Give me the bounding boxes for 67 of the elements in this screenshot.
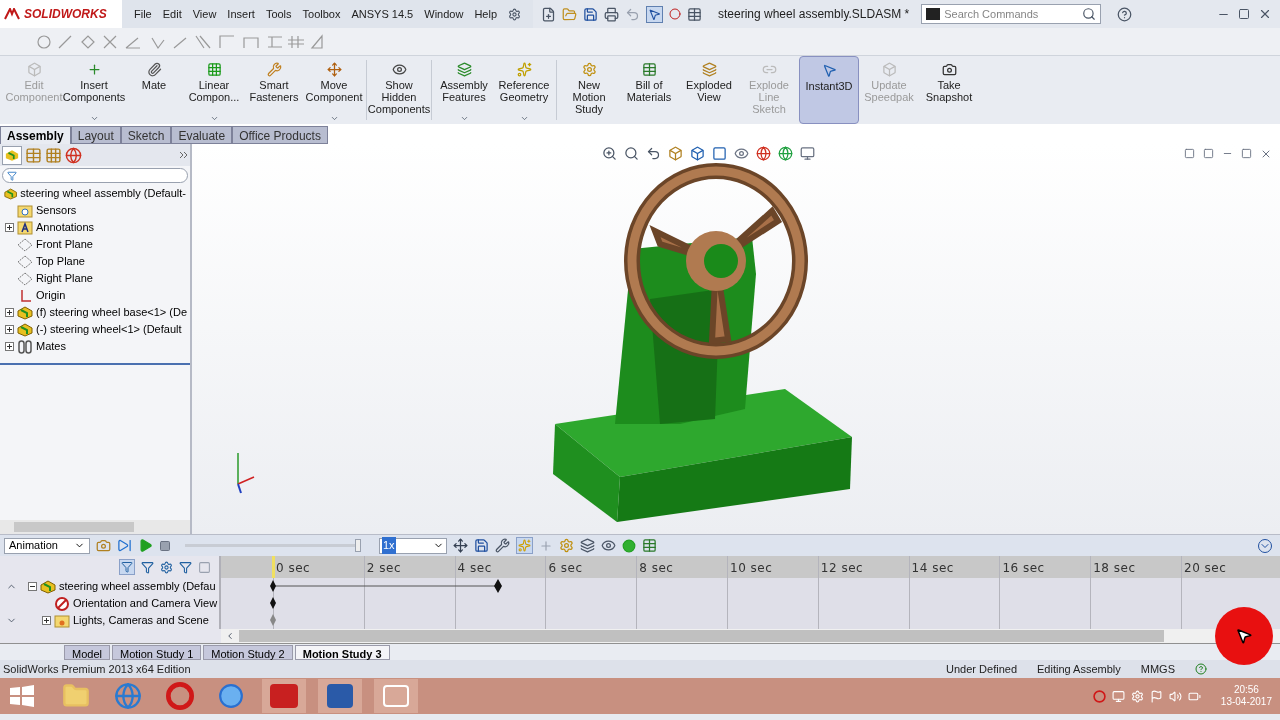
ribbon-button[interactable]: Reference Geometry	[494, 56, 554, 124]
search-field[interactable]: Search Commands	[921, 4, 1102, 24]
search-input[interactable]: Search Commands	[944, 5, 1079, 23]
ribbon-button[interactable]: Bill of Materials	[619, 56, 679, 124]
menu-item[interactable]: File	[134, 5, 152, 23]
menu-item[interactable]: Insert	[227, 5, 255, 23]
ribbon-button[interactable]: Assembly Features	[434, 56, 494, 124]
command-tab[interactable]: Office Products	[232, 126, 328, 144]
ribbon-button[interactable]: Linear Compon...	[184, 56, 244, 124]
menu-item[interactable]: Toolbox	[302, 5, 341, 23]
study-type-dropdown[interactable]: Animation	[4, 537, 90, 554]
study-tab[interactable]: Motion Study 1	[111, 645, 202, 660]
ribbon-button[interactable]: Move Component	[304, 56, 364, 124]
command-tab[interactable]: Assembly	[0, 126, 71, 144]
tree-item[interactable]: Sensors	[36, 202, 77, 219]
ribbon-button[interactable]: Insert Components	[64, 56, 124, 124]
document-title: steering wheel assembly.SLDASM *	[718, 6, 910, 23]
app-logo: SOLIDWORKS	[0, 0, 122, 28]
ribbon-button[interactable]: Show Hidden Components	[369, 56, 429, 124]
status-text: MMGS	[1140, 661, 1175, 677]
motion-tree-item[interactable]: Lights, Cameras and Scene	[73, 612, 209, 629]
time-label: 2 sec	[366, 560, 401, 577]
motion-tree-item[interactable]: steering wheel assembly (Defau	[59, 578, 216, 595]
ribbon-button[interactable]: Smart Fasteners	[244, 56, 304, 124]
command-tab[interactable]: Evaluate	[171, 126, 233, 144]
status-text: SolidWorks Premium 2013 x64 Edition	[3, 661, 191, 677]
time-label: 10 sec	[730, 560, 773, 577]
motion-tree-item[interactable]: Orientation and Camera View	[73, 595, 218, 612]
tree-item[interactable]: Mates	[36, 338, 66, 355]
status-text: Under Defined	[946, 661, 1017, 677]
time-label: 8 sec	[639, 560, 674, 577]
time-label: 16 sec	[1002, 560, 1045, 577]
playback-speed-dropdown[interactable]: 1x	[379, 537, 447, 554]
time-label: 20 sec	[1184, 560, 1227, 577]
menu-item[interactable]: View	[192, 5, 217, 23]
study-tab[interactable]: Model	[64, 645, 110, 660]
clock-time: 20:56	[1233, 684, 1259, 696]
time-label: 18 sec	[1093, 560, 1136, 577]
menu-item[interactable]: Window	[424, 5, 464, 23]
time-label: 14 sec	[911, 560, 954, 577]
time-label: 6 sec	[548, 560, 583, 577]
ribbon-button[interactable]: Take Snapshot	[919, 56, 979, 124]
time-label: 12 sec	[820, 560, 864, 577]
time-label: 0 sec	[276, 560, 311, 577]
tree-item[interactable]: Origin	[36, 287, 66, 304]
ribbon-button[interactable]: New Motion Study	[559, 56, 619, 124]
menu-item[interactable]: Help	[474, 5, 497, 23]
time-label: 4 sec	[457, 560, 492, 577]
ribbon-button[interactable]: Mate	[124, 56, 184, 124]
status-text: Editing Assembly	[1037, 661, 1121, 677]
menu-item[interactable]: Edit	[162, 5, 182, 23]
ribbon-button[interactable]: Exploded View	[679, 56, 739, 124]
tree-item[interactable]: Front Plane	[36, 236, 93, 253]
command-tab[interactable]: Layout	[70, 126, 121, 144]
tree-item[interactable]: Top Plane	[36, 253, 85, 270]
clock-date: 13-04-2017	[1220, 696, 1272, 708]
tree-item[interactable]: steering wheel assembly (Default-	[20, 185, 186, 202]
ribbon-button[interactable]: Instant3D	[799, 56, 859, 124]
tree-item[interactable]: (-) steering wheel<1> (Default	[36, 321, 182, 338]
study-tab[interactable]: Motion Study 3	[294, 645, 390, 660]
menu-item[interactable]: Tools	[265, 5, 292, 23]
menu-item[interactable]: ANSYS 14.5	[351, 5, 414, 23]
tree-item[interactable]: (f) steering wheel base<1> (De	[36, 304, 188, 321]
tree-item[interactable]: Annotations	[36, 219, 95, 236]
tree-item[interactable]: Right Plane	[36, 270, 93, 287]
command-tab[interactable]: Sketch	[120, 126, 172, 144]
study-tab[interactable]: Motion Study 2	[203, 645, 293, 660]
